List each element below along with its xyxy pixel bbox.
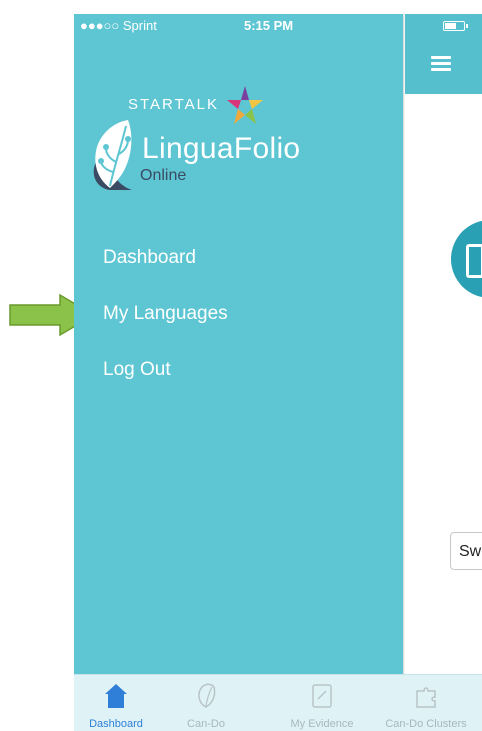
tab-label-can-do: Can-Do — [187, 718, 225, 730]
puzzle-icon — [416, 687, 436, 708]
side-drawer: ●●●○○ Sprint 5:15 PM STARTALK LinguaFoli… — [74, 14, 403, 674]
tab-my-evidence[interactable]: My Evidence — [274, 675, 370, 731]
calendar-circle-icon — [451, 220, 482, 298]
online-logo-text: Online — [140, 167, 187, 184]
menu-item-dashboard[interactable]: Dashboard — [103, 247, 196, 269]
carrier-label: ●●●○○ Sprint — [80, 18, 157, 33]
menu-item-my-languages[interactable]: My Languages — [103, 303, 228, 325]
star-logo-icon — [227, 86, 263, 124]
leaf-icon — [198, 683, 216, 708]
house-icon — [105, 684, 127, 708]
tab-label-dashboard: Dashboard — [89, 718, 143, 730]
leaf-logo-icon — [93, 120, 132, 190]
tab-can-do[interactable]: Can-Do — [158, 675, 254, 731]
phone-screen: Sw ●●●○○ Sprint 5:15 PM STARTALK LinguaF… — [74, 14, 482, 731]
linguafolio-logo-text: LinguaFolio — [142, 132, 301, 165]
switch-button[interactable]: Sw — [450, 532, 482, 570]
drawer-shadow — [403, 14, 405, 674]
status-time: 5:15 PM — [244, 18, 294, 33]
screenshot-canvas: Sw ●●●○○ Sprint 5:15 PM STARTALK LinguaF… — [0, 0, 482, 731]
tab-bar: Dashboard Can-Do My Evidence Can-Do Clus… — [74, 674, 482, 731]
status-bar: ●●●○○ Sprint 5:15 PM — [74, 14, 482, 36]
startalk-logo-text: STARTALK — [128, 96, 220, 113]
tab-can-do-clusters[interactable]: Can-Do Clusters — [370, 675, 482, 731]
document-icon — [312, 684, 332, 708]
hamburger-menu-icon[interactable] — [431, 56, 451, 71]
tab-label-my-evidence: My Evidence — [290, 718, 354, 730]
tab-dashboard[interactable]: Dashboard — [74, 675, 158, 731]
tab-label-can-do-clusters: Can-Do Clusters — [385, 718, 467, 730]
menu-item-log-out[interactable]: Log Out — [103, 359, 171, 381]
